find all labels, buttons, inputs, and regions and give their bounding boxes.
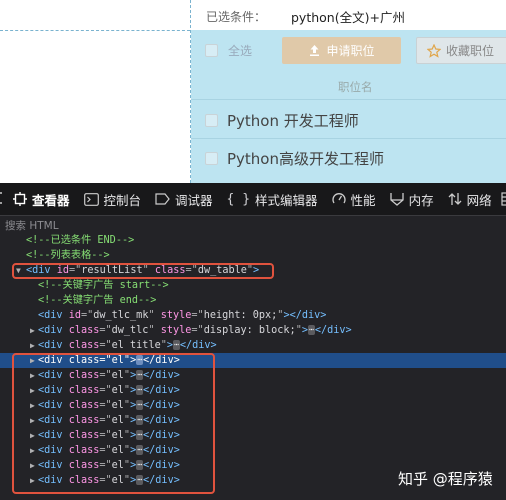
style-editor-icon: { } — [226, 191, 251, 207]
debugger-icon — [155, 193, 170, 205]
tab-network-label: 网络 — [466, 192, 492, 208]
star-icon — [427, 43, 441, 58]
job-title[interactable]: Python 开发工程师 — [227, 110, 359, 131]
collapsed-badge[interactable]: ⋯ — [173, 340, 180, 350]
job-checkbox[interactable] — [205, 114, 218, 127]
comment-text: <!--已选条件 END--> — [26, 235, 135, 246]
comment-text: <!--关键字广告 start--> — [38, 280, 169, 291]
column-header-job-name: 职位名 — [338, 80, 373, 94]
expand-toggle-icon[interactable]: ▶ — [30, 338, 35, 353]
tree-node-div[interactable]: ▶ <div class="dw_tlc" style="display: bl… — [0, 323, 506, 338]
performance-icon — [331, 192, 346, 206]
highlight-guide-horizontal — [0, 30, 190, 31]
attr-style-value: display: block; — [203, 325, 296, 336]
divider — [191, 99, 506, 100]
favorite-button[interactable]: 收藏职位 — [416, 37, 506, 64]
tab-style-editor-label: 样式编辑器 — [255, 192, 318, 208]
tree-node-comment[interactable]: <!--关键字广告 end--> — [0, 293, 506, 308]
html-search-bar[interactable]: 搜索 HTML — [0, 216, 506, 233]
apply-button-label: 申请职位 — [326, 44, 375, 58]
attr-style-value: height: 0px; — [203, 310, 278, 321]
inspector-icon — [13, 192, 27, 206]
storage-icon[interactable] — [500, 192, 506, 206]
watermark: 知乎 @程序猿 — [398, 470, 493, 488]
select-all-label: 全选 — [228, 44, 253, 58]
tab-console[interactable]: 控制台 — [77, 183, 149, 216]
job-checkbox[interactable] — [205, 152, 218, 165]
webpage-viewport: 已选条件： python(全文)+广州 全选 申请职位 收藏职位 职位名 Pyt… — [0, 0, 506, 183]
annotation-box-el-rows — [12, 353, 215, 494]
collapsed-badge[interactable]: ⋯ — [307, 325, 315, 335]
comment-text: <!--关键字广告 end--> — [38, 295, 157, 306]
job-title[interactable]: Python高级开发工程师 — [227, 148, 384, 169]
tab-console-label: 控制台 — [103, 192, 142, 208]
tab-inspector[interactable]: 查看器 — [6, 183, 77, 216]
markup-tree: <!--已选条件 END--> <!--列表表格--> ▼ <div id="r… — [0, 233, 506, 500]
tree-node-div[interactable]: <div id="dw_tlc_mk" style="height: 0px;"… — [0, 308, 506, 323]
tab-performance[interactable]: 性能 — [325, 183, 383, 216]
tab-performance-label: 性能 — [350, 192, 376, 208]
upload-icon — [310, 45, 320, 56]
filter-value: python(全文)+广州 — [291, 10, 405, 25]
tab-memory[interactable]: 内存 — [383, 183, 441, 216]
attr-class-value: dw_tlc — [111, 325, 149, 336]
filter-row: 已选条件： python(全文)+广州 — [191, 0, 506, 30]
select-all-checkbox[interactable] — [205, 44, 218, 57]
memory-icon — [389, 192, 404, 206]
apply-button[interactable]: 申请职位 — [282, 37, 401, 64]
tree-node-comment[interactable]: <!--关键字广告 start--> — [0, 278, 506, 293]
tree-node-comment[interactable]: <!--已选条件 END--> — [0, 233, 506, 248]
search-placeholder: 搜索 HTML — [5, 220, 59, 232]
network-icon — [448, 192, 462, 206]
attr-id-value: dw_tlc_mk — [93, 310, 149, 321]
tab-debugger[interactable]: 调试器 — [148, 183, 220, 216]
favorite-button-label: 收藏职位 — [446, 44, 495, 58]
comment-text: <!--列表表格--> — [26, 250, 110, 261]
devtools-toolbar: 查看器 控制台 调试器 { } 样式编辑器 性能 内存 网络 — [0, 183, 506, 216]
expand-toggle-icon[interactable]: ▶ — [30, 323, 35, 338]
console-icon — [83, 192, 99, 206]
filter-label: 已选条件： — [206, 10, 267, 24]
annotation-box-resultlist — [12, 263, 274, 279]
tab-style-editor[interactable]: { } 样式编辑器 — [220, 183, 325, 216]
tab-debugger-label: 调试器 — [175, 192, 213, 208]
attr-class-value: el title — [111, 340, 161, 351]
tree-node-comment[interactable]: <!--列表表格--> — [0, 248, 506, 263]
tab-network[interactable]: 网络 — [441, 183, 499, 216]
tab-memory-label: 内存 — [408, 192, 434, 208]
tab-inspector-label: 查看器 — [32, 192, 70, 208]
divider — [191, 138, 506, 139]
tree-node-div[interactable]: ▶ <div class="el title">⋯</div> — [0, 338, 506, 353]
